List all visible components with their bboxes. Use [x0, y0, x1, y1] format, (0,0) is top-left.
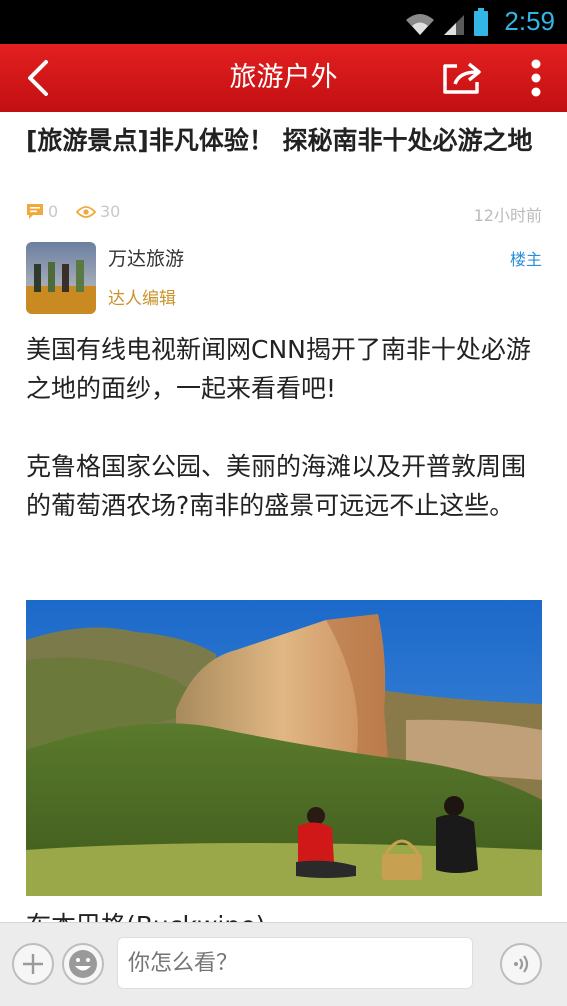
comment-bar [0, 922, 567, 1006]
post-time: 12小时前 [473, 206, 542, 225]
article-content: [旅游景点]非凡体验！ 探秘南非十处必游之地 0 30 12小时前 万达旅游 达… [0, 112, 567, 922]
comment-count[interactable]: 0 [26, 202, 58, 221]
author-row: 万达旅游 达人编辑 楼主 [26, 242, 542, 314]
smiley-icon [69, 950, 97, 978]
status-icons [405, 8, 489, 36]
author-avatar[interactable] [26, 242, 96, 314]
plus-icon [23, 954, 43, 974]
author-name[interactable]: 万达旅游 [108, 244, 184, 271]
op-badge: 楼主 [509, 250, 542, 269]
article-meta: 0 30 12小时前 [26, 200, 542, 225]
article-paragraph: 克鲁格国家公园、美丽的海滩以及开普敦周围的葡萄酒农场?南非的盛景可远远不止这些。 [26, 452, 527, 520]
eye-icon [76, 205, 96, 218]
article-photo[interactable] [26, 600, 542, 896]
article-paragraph: 美国有线电视新闻网CNN揭开了南非十处必游之地的面纱，一起来看看吧! [26, 335, 531, 403]
article-paragraph-partial: 布本巴格(Buckwine) [26, 906, 265, 922]
battery-icon [474, 8, 488, 36]
wifi-icon [406, 14, 434, 35]
app-header: 旅游户外 [0, 44, 567, 112]
author-role: 达人编辑 [108, 289, 176, 309]
voice-icon [514, 955, 529, 973]
add-button[interactable] [12, 943, 54, 985]
voice-button[interactable] [500, 943, 542, 985]
view-count: 30 [76, 202, 120, 221]
emoji-button[interactable] [62, 943, 104, 985]
signal-icon [444, 15, 464, 35]
article-title: [旅游景点]非凡体验！ 探秘南非十处必游之地 [26, 126, 533, 155]
clock: 2:59 [504, 6, 555, 36]
comment-input[interactable] [117, 937, 473, 989]
more-options-icon[interactable] [525, 58, 547, 98]
share-icon[interactable] [441, 60, 485, 96]
comment-icon [27, 203, 43, 219]
status-bar: 2:59 [0, 0, 567, 44]
